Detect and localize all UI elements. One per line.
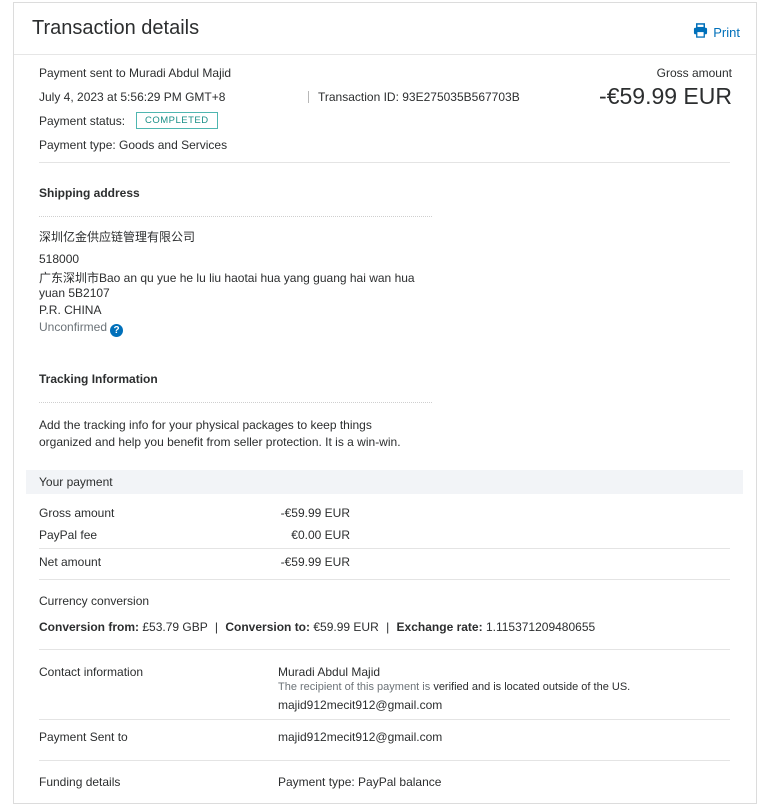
paypal-fee-value: €0.00 EUR — [291, 528, 350, 542]
printer-icon — [693, 23, 708, 41]
shipping-heading: Shipping address — [39, 186, 140, 200]
tracking-text-1: Add the tracking info for your physical … — [39, 418, 372, 432]
your-payment-band — [26, 470, 743, 494]
tracking-text-2: organized and help you benefit from sell… — [39, 435, 401, 449]
divider — [39, 162, 730, 163]
exchange-rate-label: Exchange rate: — [396, 620, 483, 634]
contact-name: Muradi Abdul Majid — [278, 665, 381, 679]
divider: | — [386, 620, 390, 634]
contact-note-prefix: The recipient of this payment is — [278, 681, 431, 693]
question-circle-icon[interactable]: ? — [110, 324, 124, 337]
shipping-company: 深圳亿金供应链管理有限公司 — [39, 230, 196, 244]
divider — [39, 719, 730, 720]
header-divider — [14, 54, 756, 55]
unconfirmed-label: Unconfirmed — [39, 320, 108, 334]
gross-amount-row-value: -€59.99 EUR — [280, 506, 350, 520]
gross-amount-label: Gross amount — [656, 66, 732, 80]
payment-type: Payment type: Goods and Services — [39, 138, 228, 152]
payment-status-label: Payment status: — [39, 114, 126, 128]
shipping-postcode: 518000 — [39, 252, 80, 266]
contact-note-bold: verified and is located outside of the U… — [433, 681, 628, 693]
contact-note: The recipient of this payment is verifie… — [278, 681, 630, 693]
status-badge: COMPLETED — [136, 112, 218, 129]
payment-sent-to-label: Payment Sent to — [39, 730, 128, 744]
tracking-heading: Tracking Information — [39, 372, 158, 386]
payment-sent-to-email[interactable]: majid912mecit912@gmail.com — [278, 730, 442, 744]
contact-note-suffix: . — [627, 681, 631, 693]
net-amount-value: -€59.99 EUR — [280, 555, 350, 569]
gross-amount-value: -€59.99 EUR — [599, 83, 732, 109]
separator — [308, 91, 309, 103]
shipping-country: P.R. CHINA — [39, 303, 102, 317]
shipping-line2: yuan 5B2107 — [39, 286, 110, 300]
funding-details-value: Payment type: PayPal balance — [278, 775, 442, 789]
transaction-details-card: Transaction details Print Payment sent t… — [13, 2, 757, 804]
divider — [39, 579, 730, 580]
address-confirmation: Unconfirmed? — [39, 320, 124, 337]
gross-amount-row-label: Gross amount — [39, 506, 115, 520]
divider: | — [214, 620, 218, 634]
payment-sent-to: Payment sent to Muradi Abdul Majid — [39, 66, 232, 80]
conversion-line: Conversion from: £53.79 GBP | Conversion… — [39, 620, 595, 634]
shipping-line1: 广东深圳市Bao an qu yue he lu liu haotai hua … — [39, 271, 415, 285]
exchange-rate-value: 1.115371209480655 — [485, 620, 596, 634]
net-amount-label: Net amount — [39, 555, 102, 569]
print-button[interactable]: Print — [693, 23, 740, 41]
conversion-to-label: Conversion to: — [225, 620, 311, 634]
print-label: Print — [713, 24, 740, 40]
paypal-fee-label: PayPal fee — [39, 528, 98, 542]
divider — [39, 402, 432, 403]
conversion-from-value: £53.79 GBP — [142, 620, 208, 634]
divider — [39, 649, 730, 650]
funding-details-label: Funding details — [39, 775, 121, 789]
your-payment-heading: Your payment — [39, 475, 113, 489]
contact-email[interactable]: majid912mecit912@gmail.com — [278, 698, 442, 712]
currency-conversion-heading: Currency conversion — [39, 594, 150, 608]
transaction-id: Transaction ID: 93E275035B567703B — [318, 90, 520, 104]
divider — [39, 760, 730, 761]
contact-information-label: Contact information — [39, 665, 144, 679]
divider — [39, 216, 432, 217]
transaction-datetime: July 4, 2023 at 5:56:29 PM GMT+8 — [39, 90, 226, 104]
page-title: Transaction details — [32, 17, 200, 39]
divider — [39, 548, 730, 549]
conversion-to-value: €59.99 EUR — [313, 620, 379, 634]
conversion-from-label: Conversion from: — [39, 620, 140, 634]
